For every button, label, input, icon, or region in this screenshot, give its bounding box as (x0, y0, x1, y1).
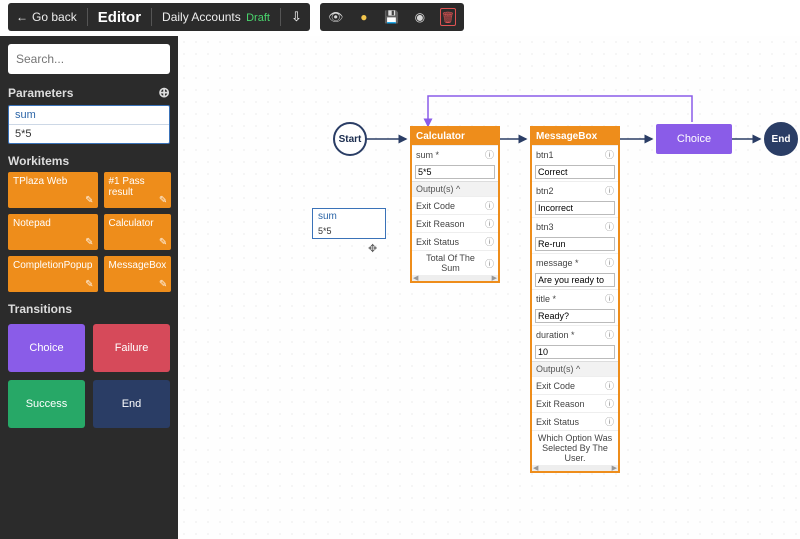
transitions-title: Transitions (8, 302, 72, 316)
info-icon: ⓘ (485, 148, 494, 161)
workitem-messagebox[interactable]: MessageBox✎ (104, 256, 172, 292)
save-icon[interactable]: 💾 (384, 10, 400, 24)
msg-outputs-header[interactable]: Output(s) ^ (532, 361, 618, 376)
arrow-left-icon: ← (16, 10, 28, 24)
topbar-main: ← Go back Editor Daily Accounts Draft ⇩ (8, 3, 310, 31)
separator (151, 8, 152, 26)
info-icon: ⓘ (605, 184, 614, 197)
flow-name: Daily Accounts (162, 10, 241, 24)
add-icon[interactable]: ◉ (412, 10, 428, 24)
edit-icon: ✎ (85, 237, 93, 248)
msg-duration-input[interactable] (535, 345, 615, 359)
parameters-header: Parameters ⊕ (8, 84, 170, 101)
topbar-actions: 👁 ● 💾 ◉ 🗑 (320, 3, 464, 31)
transition-end[interactable]: End (93, 380, 170, 428)
msg-message-input[interactable] (535, 273, 615, 287)
add-parameter-icon[interactable]: ⊕ (158, 84, 170, 101)
go-back-label: Go back (32, 10, 77, 24)
workitems-grid: TPlaza Web✎ #1 Pass result✎ Notepad✎ Cal… (8, 172, 170, 292)
editor-title: Editor (98, 9, 141, 26)
parameter-name: sum (9, 106, 169, 125)
go-back-button[interactable]: ← Go back (16, 10, 77, 24)
download-icon[interactable]: ⇩ (291, 9, 302, 25)
start-node[interactable]: Start (333, 122, 367, 156)
workitems-header: Workitems (8, 154, 170, 168)
parameter-sum[interactable]: sum 5*5 (8, 105, 170, 144)
msg-btn2-input[interactable] (535, 201, 615, 215)
edit-icon: ✎ (159, 279, 167, 290)
choice-node[interactable]: Choice (656, 124, 732, 154)
workitem-calculator[interactable]: Calculator✎ (104, 214, 172, 250)
info-icon: ⓘ (605, 256, 614, 269)
transitions-header: Transitions (8, 302, 170, 316)
topbar: ← Go back Editor Daily Accounts Draft ⇩ … (0, 0, 800, 36)
edit-icon: ✎ (85, 279, 93, 290)
transition-failure[interactable]: Failure (93, 324, 170, 372)
edit-icon: ✎ (159, 195, 167, 206)
delete-icon[interactable]: 🗑 (440, 8, 456, 26)
workitem-notepad[interactable]: Notepad✎ (8, 214, 98, 250)
parameters-title: Parameters (8, 86, 73, 100)
calc-sum-input[interactable] (415, 165, 495, 179)
scrollbar[interactable]: ◀▶ (532, 465, 618, 471)
info-icon: ⓘ (485, 235, 494, 248)
separator (87, 8, 88, 26)
lightbulb-icon[interactable]: ● (356, 10, 372, 24)
info-icon: ⓘ (605, 397, 614, 410)
drag-param-name: sum (313, 209, 385, 224)
parameter-value: 5*5 (9, 125, 169, 143)
move-cursor-icon: ✥ (368, 242, 377, 255)
messagebox-node[interactable]: MessageBox btn1ⓘ btn2ⓘ btn3ⓘ message *ⓘ … (530, 126, 620, 473)
workitems-title: Workitems (8, 154, 69, 168)
transition-success[interactable]: Success (8, 380, 85, 428)
msg-btn1-input[interactable] (535, 165, 615, 179)
info-icon: ⓘ (605, 379, 614, 392)
msg-title-input[interactable] (535, 309, 615, 323)
workitem-completionpopup[interactable]: CompletionPopup✎ (8, 256, 98, 292)
info-icon: ⓘ (605, 328, 614, 341)
calculator-node[interactable]: Calculator sum *ⓘ Output(s) ^ Exit Codeⓘ… (410, 126, 500, 283)
transition-choice[interactable]: Choice (8, 324, 85, 372)
info-icon: ⓘ (605, 148, 614, 161)
separator (280, 8, 281, 26)
calc-input-label: sum * (416, 150, 439, 160)
canvas[interactable]: Start Calculator sum *ⓘ Output(s) ^ Exit… (178, 36, 800, 539)
sidebar: Parameters ⊕ sum 5*5 Workitems TPlaza We… (0, 36, 178, 539)
info-icon: ⓘ (485, 199, 494, 212)
edit-icon: ✎ (159, 237, 167, 248)
connectors (178, 36, 800, 539)
end-node[interactable]: End (764, 122, 798, 156)
preview-icon[interactable]: 👁 (328, 10, 344, 24)
drag-param-value: 5*5 (313, 224, 385, 238)
dragging-parameter[interactable]: sum 5*5 (312, 208, 386, 239)
draft-badge: Draft (246, 12, 270, 24)
edit-icon: ✎ (85, 195, 93, 206)
calc-outputs-header[interactable]: Output(s) ^ (412, 181, 498, 196)
info-icon: ⓘ (485, 257, 494, 270)
search-input[interactable] (8, 44, 170, 74)
info-icon: ⓘ (605, 220, 614, 233)
info-icon: ⓘ (485, 217, 494, 230)
workitem-pass-result[interactable]: #1 Pass result✎ (104, 172, 172, 208)
calculator-title: Calculator (412, 128, 498, 145)
msg-btn3-input[interactable] (535, 237, 615, 251)
workitem-tplaza-web[interactable]: TPlaza Web✎ (8, 172, 98, 208)
info-icon: ⓘ (605, 415, 614, 428)
scrollbar[interactable]: ◀▶ (412, 275, 498, 281)
info-icon: ⓘ (605, 292, 614, 305)
messagebox-title: MessageBox (532, 128, 618, 145)
